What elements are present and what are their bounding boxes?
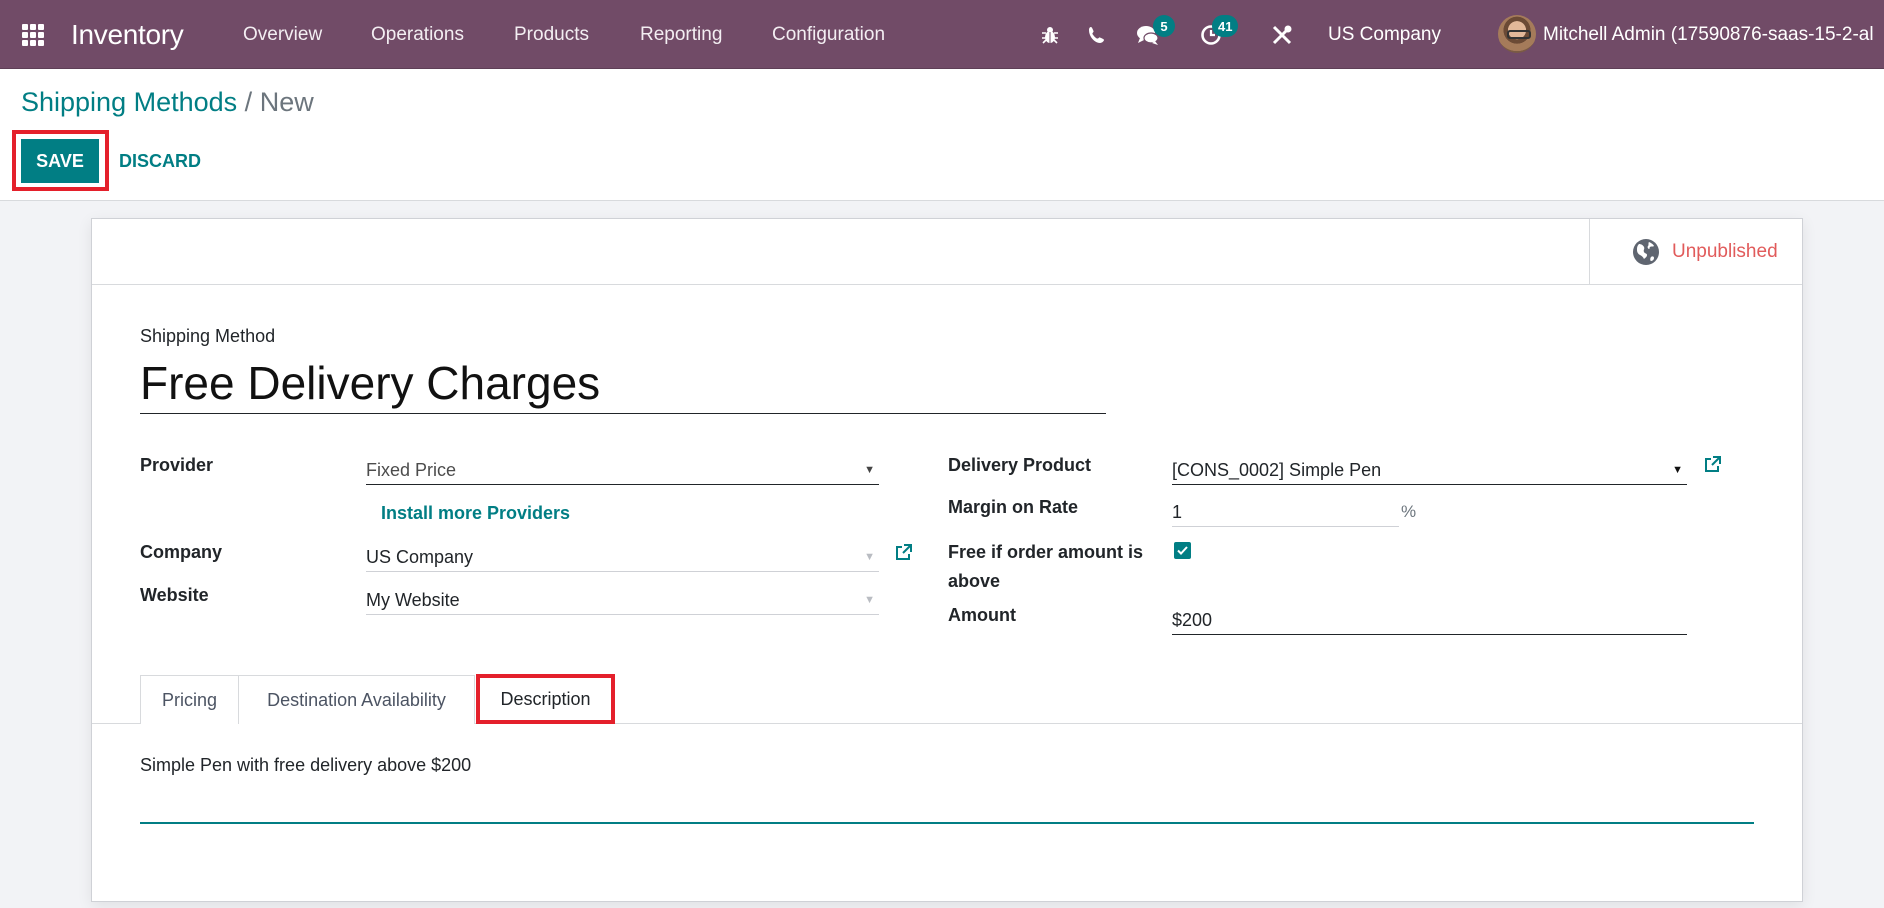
breadcrumb-shipping-methods[interactable]: Shipping Methods [21, 87, 237, 117]
margin-on-rate-input[interactable]: 1 [1172, 497, 1399, 527]
top-navbar: Inventory Overview Operations Products R… [0, 0, 1884, 69]
description-input-underline [140, 822, 1754, 824]
amount-label: Amount [948, 605, 1016, 625]
discard-button[interactable]: DISCARD [119, 139, 201, 183]
delivery-product-label: Delivery Product [948, 455, 1092, 475]
company-value: US Company [366, 547, 474, 567]
apps-grid-icon[interactable] [22, 0, 48, 69]
user-menu[interactable]: Mitchell Admin (17590876-saas-15-2-al [1543, 0, 1874, 69]
caret-down-icon: ▼ [864, 464, 875, 476]
menu-operations[interactable]: Operations [371, 0, 464, 69]
tab-destination-availability[interactable]: Destination Availability [238, 675, 475, 724]
caret-down-icon: ▼ [864, 551, 875, 563]
breadcrumb-separator: / [244, 87, 253, 117]
activities-count-badge: 41 [1212, 15, 1239, 37]
provider-value: Fixed Price [366, 460, 457, 480]
provider-label: Provider [140, 455, 214, 475]
amount-input[interactable]: $200 [1172, 605, 1687, 635]
website-select[interactable]: My Website ▼ [366, 585, 879, 615]
website-value: My Website [366, 590, 460, 610]
menu-reporting[interactable]: Reporting [640, 0, 722, 69]
delivery-product-select[interactable]: [CONS_0002] Simple Pen ▼ [1172, 455, 1687, 485]
publish-status: Unpublished [1672, 240, 1778, 262]
shipping-method-name-input[interactable]: Free Delivery Charges [140, 352, 1106, 414]
form-button-box: Unpublished [92, 219, 1802, 285]
caret-down-icon: ▼ [864, 594, 875, 606]
menu-overview[interactable]: Overview [243, 0, 322, 69]
bug-icon[interactable] [1040, 0, 1060, 69]
menu-configuration[interactable]: Configuration [772, 0, 885, 69]
external-link-icon[interactable] [893, 543, 913, 563]
breadcrumb: Shipping Methods / New [21, 87, 314, 118]
control-panel: Shipping Methods / New SAVE DISCARD [0, 69, 1884, 201]
description-text[interactable]: Simple Pen with free delivery above $200 [140, 755, 471, 776]
tools-icon[interactable] [1271, 0, 1293, 69]
name-field-caption: Shipping Method [140, 326, 276, 346]
app-name[interactable]: Inventory [71, 0, 184, 69]
margin-on-rate-label: Margin on Rate [948, 497, 1079, 517]
tab-description[interactable]: Description [476, 674, 615, 724]
phone-icon[interactable] [1088, 0, 1106, 69]
form-sheet: Unpublished Shipping Method Free Deliver… [91, 218, 1803, 902]
free-if-above-label-line2: above [948, 571, 1001, 591]
check-icon [1177, 546, 1188, 555]
messages-count-badge: 5 [1153, 15, 1175, 37]
globe-icon [1633, 238, 1659, 265]
company-switcher[interactable]: US Company [1328, 0, 1441, 69]
tab-pricing[interactable]: Pricing [140, 675, 239, 724]
delivery-product-value: [CONS_0002] Simple Pen [1172, 460, 1382, 480]
install-more-providers-link[interactable]: Install more Providers [381, 503, 570, 524]
free-if-above-label-line1: Free if order amount is [948, 542, 1144, 562]
user-avatar[interactable] [1498, 15, 1536, 53]
breadcrumb-current: New [259, 87, 314, 117]
margin-unit: % [1401, 502, 1417, 521]
website-label: Website [140, 585, 209, 605]
company-select[interactable]: US Company ▼ [366, 542, 879, 572]
free-if-above-checkbox[interactable] [1174, 542, 1191, 559]
free-if-above-label: Free if order amount is above [948, 538, 1143, 596]
publish-toggle-button[interactable]: Unpublished [1589, 219, 1803, 284]
save-button[interactable]: SAVE [21, 139, 99, 183]
company-label: Company [140, 542, 223, 562]
caret-down-icon: ▼ [1672, 464, 1683, 476]
external-link-icon[interactable] [1702, 455, 1722, 475]
provider-select[interactable]: Fixed Price ▼ [366, 455, 879, 485]
menu-products[interactable]: Products [514, 0, 589, 69]
